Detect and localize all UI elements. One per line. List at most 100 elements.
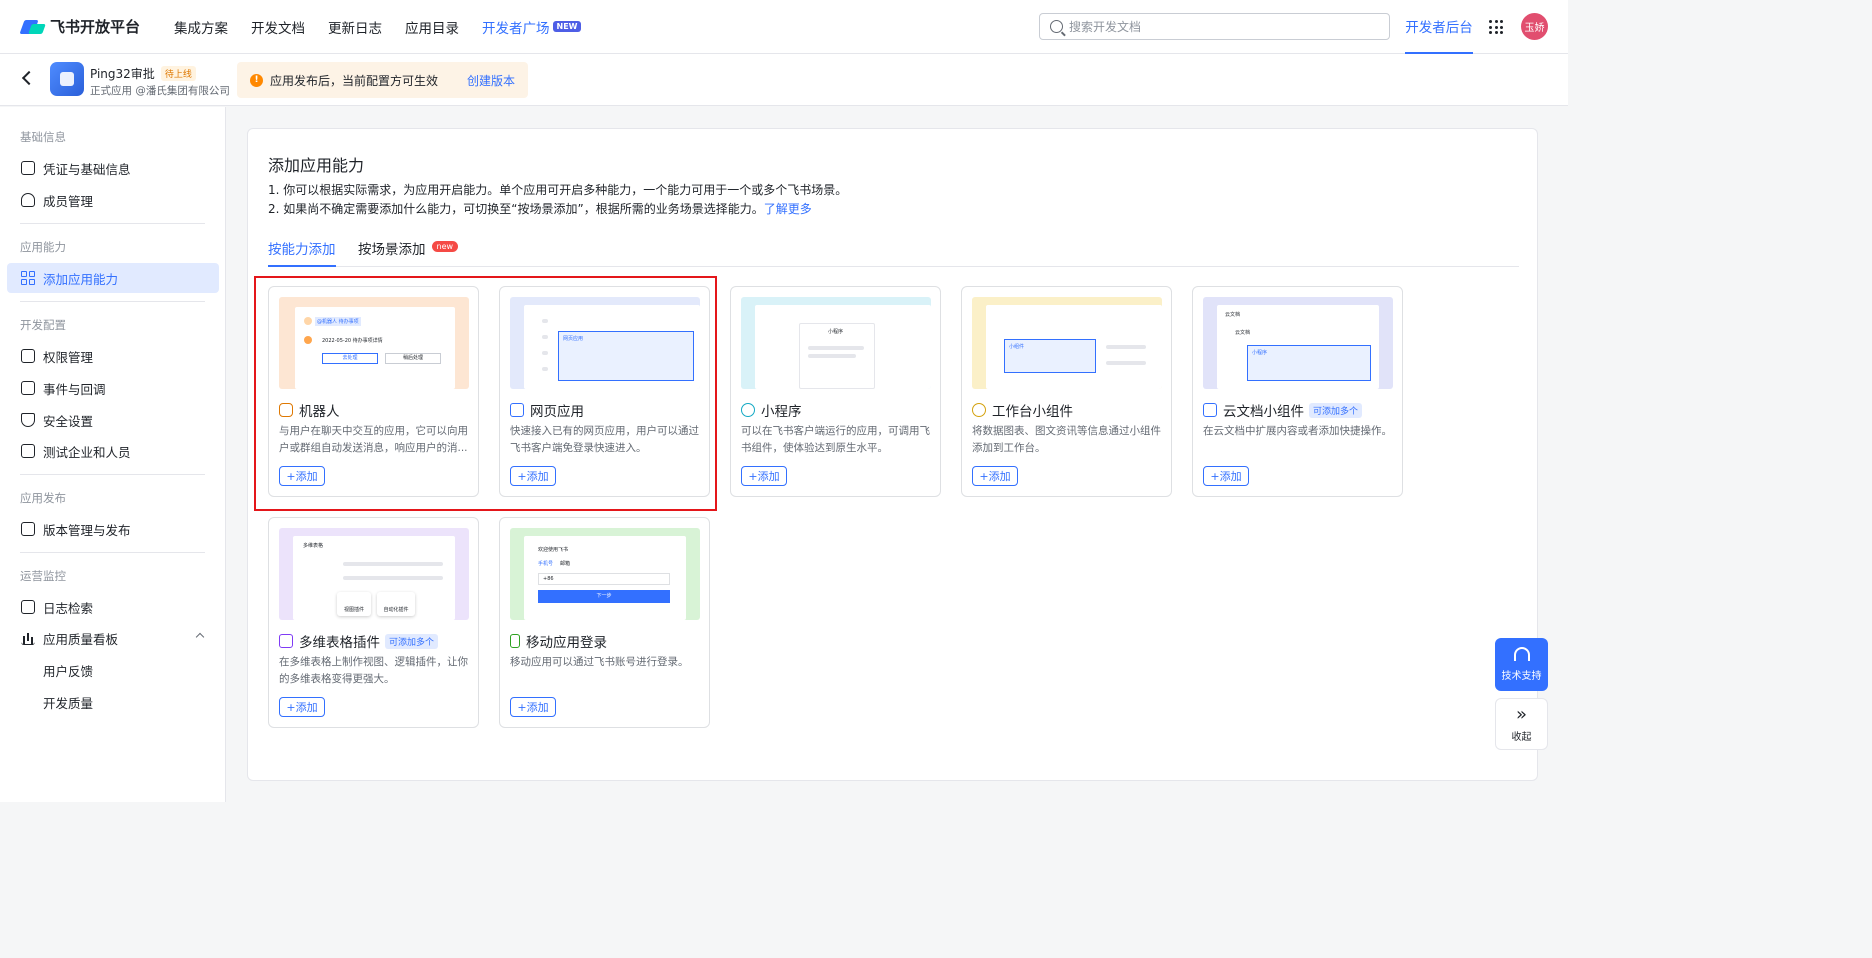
sidebar-item-permissions[interactable]: 权限管理 [7, 341, 219, 371]
capability-card-mobile-login[interactable]: 欢迎使用飞书 手机号 邮箱 +86 下一步 移动应用登录 移动应用可以通过飞书账… [499, 517, 710, 728]
sidebar-divider [20, 552, 205, 553]
sidebar-item-add-capability[interactable]: 添加应用能力 [7, 263, 219, 293]
top-nav: 飞书开放平台 集成方案 开发文档 更新日志 应用目录 开发者广场 NEW 搜索开… [0, 0, 1568, 54]
capability-card-docs-widget[interactable]: 云文档 云文档 小程序 云文档小组件 可添加多个 在云文档中扩展内容或者添加快捷… [1192, 286, 1403, 497]
notice-text: 应用发布后，当前配置方可生效 [270, 73, 439, 88]
add-mini-program-button[interactable]: + 添加 [741, 466, 787, 486]
sidebar-item-security[interactable]: 安全设置 [7, 405, 219, 435]
mini-program-window: 小程序 [799, 323, 875, 389]
sidebar-group-dev-config: 开发配置 [20, 318, 66, 332]
mobile-login-preview-image: 欢迎使用飞书 手机号 邮箱 +86 下一步 [510, 528, 700, 620]
search-icon [1050, 20, 1063, 33]
capability-card-workplace-widget[interactable]: 小组件 工作台小组件 将数据图表、图文资讯等信息通过小组件添加到工作台。 + 添加 [961, 286, 1172, 497]
create-version-link[interactable]: 创建版本 [467, 72, 515, 89]
robot-icon [279, 403, 293, 417]
mock-label: 2022-05-20 待办事项详情 [322, 338, 383, 344]
bot-preview-image: @机器人 待办事项 2022-05-20 待办事项详情 去处理 稍后处理 [279, 297, 469, 389]
capability-card-web-app[interactable]: 网页应用 网页应用 快速接入已有的网页应用，用户可以通过飞书客户端免登录快速进入… [499, 286, 710, 497]
add-bot-button[interactable]: + 添加 [279, 466, 325, 486]
sidebar-item-quality-dashboard[interactable]: 应用质量看板 [7, 623, 219, 653]
sidebar-item-label: 用户反馈 [43, 663, 94, 679]
sidebar-divider [20, 301, 205, 302]
nav-links: 集成方案 开发文档 更新日志 应用目录 开发者广场 NEW [174, 17, 604, 37]
card-title: 小程序 [741, 400, 802, 420]
nav-link-docs[interactable]: 开发文档 [251, 17, 305, 37]
sidebar-item-label: 事件与回调 [43, 381, 106, 397]
add-mobile-login-button[interactable]: + 添加 [510, 697, 556, 717]
preview-window: @机器人 待办事项 2022-05-20 待办事项详情 去处理 稍后处理 [295, 307, 455, 389]
developer-console-link[interactable]: 开发者后台 [1405, 0, 1473, 54]
sidebar-item-label: 凭证与基础信息 [43, 161, 131, 177]
widget-preview-image: 小组件 [972, 297, 1162, 389]
base-plugin-preview-image: 多维表格 视图插件 自动化插件 [279, 528, 469, 620]
sidebar-item-label: 开发质量 [43, 695, 94, 711]
capability-card-bot[interactable]: @机器人 待办事项 2022-05-20 待办事项详情 去处理 稍后处理 机器人… [268, 286, 479, 497]
card-title-text: 多维表格插件 [299, 635, 380, 651]
mini-program-preview-image: 小程序 [741, 297, 931, 389]
status-badge: 待上线 [160, 66, 196, 81]
add-base-plugin-button[interactable]: + 添加 [279, 697, 325, 717]
sidebar-item-versions[interactable]: 版本管理与发布 [7, 514, 219, 544]
preview-webapp-frame: 网页应用 [558, 331, 694, 381]
mock-label: 去处理 [322, 353, 378, 364]
card-title: 移动应用登录 [510, 631, 607, 651]
card-description: 将数据图表、图文资讯等信息通过小组件添加到工作台。 [972, 425, 1161, 454]
sidebar-item-events[interactable]: 事件与回调 [7, 373, 219, 403]
sidebar-item-label: 测试企业和人员 [43, 444, 131, 460]
add-button-label: 添加 [295, 701, 318, 714]
feishu-logo-icon [19, 18, 46, 36]
sidebar-item-credentials[interactable]: 凭证与基础信息 [7, 153, 219, 183]
nav-link-app-directory[interactable]: 应用目录 [405, 17, 459, 37]
sidebar-item-members[interactable]: 成员管理 [7, 185, 219, 215]
tech-support-button[interactable]: 技术支持 [1495, 638, 1548, 691]
mock-label: 欢迎使用飞书 [538, 547, 569, 553]
sidebar-item-label: 添加应用能力 [43, 271, 119, 287]
capability-card-base-plugin[interactable]: 多维表格 视图插件 自动化插件 多维表格插件 可添加多个 在多维表格上制作视图、… [268, 517, 479, 728]
logo-text: 飞书开放平台 [50, 18, 141, 36]
nav-link-changelog[interactable]: 更新日志 [328, 17, 382, 37]
sidebar-item-label: 应用质量看板 [43, 631, 119, 647]
sidebar: 基础信息 凭证与基础信息 成员管理 应用能力 添加应用能力 开发配置 权限管理 … [0, 107, 226, 802]
add-web-app-button[interactable]: + 添加 [510, 466, 556, 486]
card-title-text: 小程序 [761, 404, 802, 420]
card-title: 多维表格插件 可添加多个 [279, 631, 439, 651]
nav-link-developer-square[interactable]: 开发者广场 NEW [482, 17, 582, 37]
logo[interactable]: 飞书开放平台 [19, 16, 174, 37]
add-widget-button[interactable]: + 添加 [972, 466, 1018, 486]
lock-icon [21, 349, 35, 363]
tab-by-capability[interactable]: 按能力添加 [268, 238, 336, 267]
search-input[interactable]: 搜索开发文档 [1039, 13, 1390, 40]
sidebar-item-logs[interactable]: 日志检索 [7, 592, 219, 622]
tab-by-scenario-label: 按场景添加 [358, 242, 426, 258]
capability-card-mini-program[interactable]: 小程序 小程序 可以在飞书客户端运行的应用，可调用飞书组件，使体验达到原生水平。… [730, 286, 941, 497]
card-title-text: 云文档小组件 [1223, 404, 1304, 420]
preview-docs-frame: 小程序 [1247, 345, 1371, 381]
apps-grid-icon[interactable] [1489, 20, 1503, 34]
page-title: 添加应用能力 [268, 156, 365, 175]
nav-link-solutions[interactable]: 集成方案 [174, 17, 228, 37]
avatar[interactable]: 玉娇 [1521, 13, 1548, 40]
add-docs-widget-button[interactable]: + 添加 [1203, 466, 1249, 486]
sidebar-item-test-tenants[interactable]: 测试企业和人员 [7, 436, 219, 466]
description-line-1: 1. 你可以根据实际需求，为应用开启能力。单个应用可开启多种能力，一个能力可用于… [268, 183, 848, 197]
back-arrow-icon[interactable] [21, 70, 37, 86]
mock-label: 视图插件 [337, 592, 371, 616]
document-icon [1203, 403, 1217, 417]
main-panel: 添加应用能力 1. 你可以根据实际需求，为应用开启能力。单个应用可开启多种能力，… [247, 128, 1538, 781]
app-bar: Ping32审批 待上线 正式应用 @潘氏集团有限公司 ! 应用发布后，当前配置… [0, 54, 1568, 106]
card-description: 与用户在聊天中交互的应用，它可以向用户或群组自动发送消息，响应用户的消... [279, 425, 468, 454]
add-button-label: 添加 [988, 470, 1011, 483]
collapse-button[interactable]: » 收起 [1495, 698, 1548, 750]
sidebar-group-release: 应用发布 [20, 491, 66, 505]
card-title: 机器人 [279, 400, 340, 420]
sidebar-group-basic: 基础信息 [20, 130, 66, 144]
sidebar-divider [20, 474, 205, 475]
sidebar-item-dev-quality[interactable]: 开发质量 [7, 687, 219, 717]
multi-badge: 可添加多个 [385, 633, 439, 649]
card-title-text: 移动应用登录 [526, 635, 607, 651]
tab-by-scenario[interactable]: 按场景添加 new [358, 238, 459, 267]
sidebar-item-user-feedback[interactable]: 用户反馈 [7, 655, 219, 685]
chevron-up-icon[interactable] [195, 632, 205, 642]
learn-more-link[interactable]: 了解更多 [764, 202, 812, 216]
app-subtitle: 正式应用 @潘氏集团有限公司 [90, 85, 230, 97]
